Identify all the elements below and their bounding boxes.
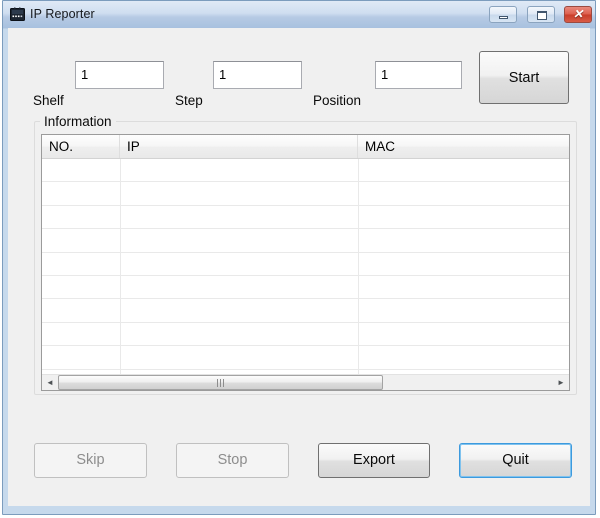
start-button[interactable]: Start (479, 51, 569, 104)
step-label: Step (175, 93, 203, 108)
information-table[interactable]: NO. IP MAC ◄ ► (41, 134, 570, 391)
column-header-mac[interactable]: MAC (358, 135, 569, 158)
minimize-button[interactable] (489, 6, 518, 23)
export-button[interactable]: Export (318, 443, 430, 478)
position-input[interactable]: 1 (375, 61, 462, 89)
stop-button[interactable]: Stop (176, 443, 289, 478)
table-row[interactable] (42, 182, 569, 206)
app-icon (10, 7, 25, 22)
table-row[interactable] (42, 276, 569, 300)
table-row[interactable] (42, 206, 569, 230)
maximize-button[interactable] (526, 6, 555, 23)
table-row[interactable] (42, 253, 569, 276)
title-bar[interactable]: IP Reporter ✕ (3, 1, 595, 29)
table-row[interactable] (42, 346, 569, 370)
table-header-row: NO. IP MAC (42, 135, 569, 159)
scrollbar-grip-icon (216, 379, 226, 387)
column-header-no[interactable]: NO. (42, 135, 120, 158)
shelf-label: Shelf (33, 93, 64, 108)
window-title: IP Reporter (30, 7, 95, 21)
app-window: IP Reporter ✕ Shelf 1 Step 1 Position 1 … (2, 0, 596, 515)
shelf-input[interactable]: 1 (75, 61, 164, 89)
table-body[interactable] (42, 159, 569, 374)
information-group: Information NO. IP MAC ◄ ► (34, 113, 577, 395)
table-row[interactable] (42, 159, 569, 183)
position-label: Position (313, 93, 362, 108)
close-icon: ✕ (572, 7, 584, 21)
client-area: Shelf 1 Step 1 Position 1 Start Informat… (8, 28, 590, 506)
table-row[interactable] (42, 299, 569, 323)
table-row[interactable] (42, 229, 569, 253)
information-legend: Information (40, 113, 116, 130)
table-row[interactable] (42, 323, 569, 347)
quit-button[interactable]: Quit (459, 443, 572, 478)
scrollbar-thumb[interactable] (58, 375, 383, 390)
step-input[interactable]: 1 (213, 61, 302, 89)
scroll-right-arrow-icon[interactable]: ► (553, 375, 569, 390)
horizontal-scrollbar[interactable]: ◄ ► (42, 374, 569, 390)
close-button[interactable]: ✕ (564, 6, 592, 23)
minimize-icon (499, 16, 509, 19)
column-header-ip[interactable]: IP (120, 135, 358, 158)
window-controls: ✕ (484, 6, 592, 24)
skip-button[interactable]: Skip (34, 443, 147, 478)
maximize-icon (536, 11, 547, 20)
scroll-left-arrow-icon[interactable]: ◄ (42, 375, 58, 390)
